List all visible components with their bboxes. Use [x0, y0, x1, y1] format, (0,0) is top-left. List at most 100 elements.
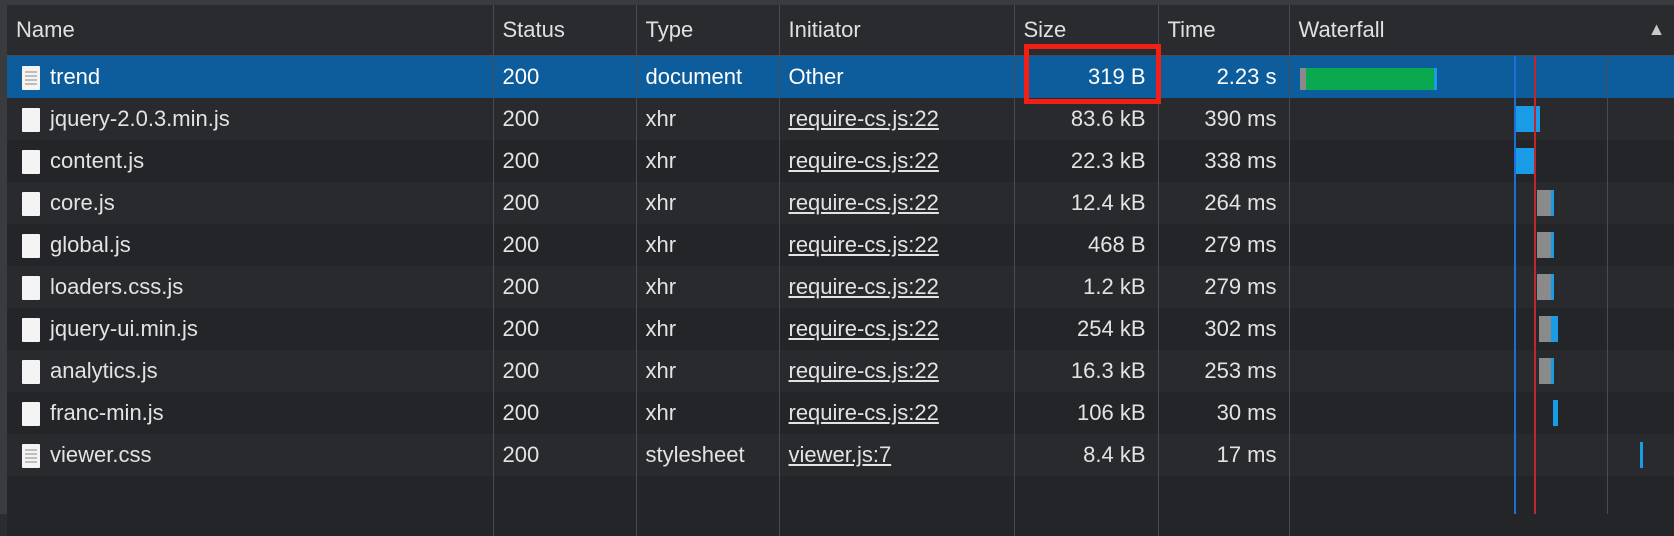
initiator-link[interactable]: require-cs.js:22 — [789, 316, 939, 341]
table-row[interactable]: analytics.js 200 xhr require-cs.js:22 16… — [7, 350, 1674, 392]
cell-name[interactable]: jquery-ui.min.js — [7, 308, 494, 350]
cell-size: 106 kB — [1014, 392, 1159, 434]
cell-status: 200 — [493, 434, 637, 476]
cell-waterfall — [1289, 392, 1674, 434]
cell-name[interactable]: global.js — [7, 224, 494, 266]
cell-initiator: require-cs.js:22 — [779, 98, 1015, 140]
table-row[interactable]: franc-min.js 200 xhr require-cs.js:22 10… — [7, 392, 1674, 434]
initiator-link[interactable]: require-cs.js:22 — [789, 190, 939, 215]
request-name: jquery-2.0.3.min.js — [50, 105, 230, 131]
initiator-link[interactable]: require-cs.js:22 — [789, 358, 939, 383]
initiator-link[interactable]: viewer.js:7 — [789, 442, 892, 467]
column-header-initiator[interactable]: Initiator — [779, 5, 1015, 56]
initiator-text: Other — [788, 64, 844, 89]
column-header-size[interactable]: Size — [1014, 5, 1159, 56]
request-name: content.js — [50, 147, 145, 173]
table-row[interactable]: core.js 200 xhr require-cs.js:22 12.4 kB… — [7, 182, 1674, 224]
cell-time: 30 ms — [1158, 392, 1290, 434]
cell-type: xhr — [636, 350, 780, 392]
cell-waterfall — [1289, 308, 1674, 350]
cell-initiator: require-cs.js:22 — [779, 392, 1015, 434]
column-header-type[interactable]: Type — [636, 5, 780, 56]
cell-status: 200 — [493, 98, 637, 140]
network-request-table: Name Status Type Initiator Size Time Wat… — [7, 5, 1674, 536]
waterfall-bar — [1536, 190, 1551, 216]
cell-time: 338 ms — [1158, 140, 1290, 182]
cell-name[interactable]: viewer.css — [7, 434, 494, 476]
cell-size: 16.3 kB — [1014, 350, 1159, 392]
column-header-waterfall-label: Waterfall — [1298, 17, 1385, 42]
cell-initiator: require-cs.js:22 — [779, 350, 1015, 392]
initiator-link[interactable]: require-cs.js:22 — [789, 274, 939, 299]
script-file-icon — [22, 402, 40, 427]
table-row[interactable]: loaders.css.js 200 xhr require-cs.js:22 … — [7, 266, 1674, 308]
table-row[interactable]: content.js 200 xhr require-cs.js:22 22.3… — [7, 140, 1674, 182]
waterfall-bar — [1552, 400, 1558, 426]
cell-name[interactable]: trend — [7, 55, 494, 98]
cell-name[interactable]: content.js — [7, 140, 494, 182]
request-name: franc-min.js — [50, 399, 164, 425]
request-name: viewer.css — [50, 441, 152, 467]
script-file-icon — [22, 234, 40, 259]
document-file-icon — [22, 66, 40, 91]
waterfall-bar — [1536, 232, 1551, 258]
cell-waterfall — [1289, 182, 1674, 224]
column-header-status[interactable]: Status — [493, 5, 637, 56]
table-row[interactable]: viewer.css 200 stylesheet viewer.js:7 8.… — [7, 434, 1674, 476]
cell-status: 200 — [493, 224, 637, 266]
initiator-link[interactable]: require-cs.js:22 — [789, 148, 939, 173]
cell-size: 319 B — [1014, 55, 1159, 98]
script-file-icon — [22, 192, 40, 217]
cell-status: 200 — [493, 308, 637, 350]
request-name: analytics.js — [50, 357, 158, 383]
cell-time: 17 ms — [1158, 434, 1290, 476]
script-file-icon — [22, 108, 40, 133]
request-name: core.js — [50, 189, 115, 215]
cell-waterfall — [1289, 55, 1674, 98]
cell-status: 200 — [493, 182, 637, 224]
cell-name[interactable]: jquery-2.0.3.min.js — [7, 98, 494, 140]
cell-status: 200 — [493, 55, 637, 98]
table-row[interactable]: jquery-2.0.3.min.js 200 xhr require-cs.j… — [7, 98, 1674, 140]
cell-time: 390 ms — [1158, 98, 1290, 140]
cell-name[interactable]: analytics.js — [7, 350, 494, 392]
table-row[interactable]: global.js 200 xhr require-cs.js:22 468 B… — [7, 224, 1674, 266]
initiator-link[interactable]: require-cs.js:22 — [789, 106, 939, 131]
initiator-link[interactable]: require-cs.js:22 — [789, 400, 939, 425]
table-row[interactable]: jquery-ui.min.js 200 xhr require-cs.js:2… — [7, 308, 1674, 350]
cell-type: document — [636, 55, 780, 98]
cell-name[interactable]: loaders.css.js — [7, 266, 494, 308]
column-header-waterfall[interactable]: Waterfall ▲ — [1289, 5, 1674, 56]
request-name: global.js — [50, 231, 131, 257]
column-header-time[interactable]: Time — [1158, 5, 1290, 56]
cell-type: xhr — [636, 182, 780, 224]
cell-type: xhr — [636, 308, 780, 350]
cell-initiator: require-cs.js:22 — [779, 140, 1015, 182]
cell-waterfall — [1289, 98, 1674, 140]
cell-time: 279 ms — [1158, 224, 1290, 266]
cell-size: 1.2 kB — [1014, 266, 1159, 308]
cell-type: xhr — [636, 392, 780, 434]
waterfall-grid-divider — [1607, 56, 1608, 514]
table-header: Name Status Type Initiator Size Time Wat… — [7, 5, 1674, 56]
cell-name[interactable]: core.js — [7, 182, 494, 224]
table-row[interactable]: trend 200 document Other 319 B 2.23 s — [7, 55, 1674, 98]
cell-name[interactable]: franc-min.js — [7, 392, 494, 434]
cell-status: 200 — [493, 266, 637, 308]
cell-status: 200 — [493, 140, 637, 182]
column-header-name[interactable]: Name — [7, 5, 494, 56]
cell-type: xhr — [636, 266, 780, 308]
script-file-icon — [22, 276, 40, 301]
cell-time: 264 ms — [1158, 182, 1290, 224]
waterfall-bar — [1305, 68, 1434, 90]
cell-initiator: require-cs.js:22 — [779, 266, 1015, 308]
cell-time: 279 ms — [1158, 266, 1290, 308]
initiator-link[interactable]: require-cs.js:22 — [789, 232, 939, 257]
sort-ascending-icon[interactable]: ▲ — [1648, 19, 1666, 40]
empty-filler-row — [7, 476, 1674, 536]
waterfall-bar — [1639, 442, 1643, 468]
waterfall-bar — [1433, 68, 1437, 90]
request-name: trend — [50, 63, 101, 89]
waterfall-bar — [1550, 358, 1554, 384]
cell-size: 22.3 kB — [1014, 140, 1159, 182]
